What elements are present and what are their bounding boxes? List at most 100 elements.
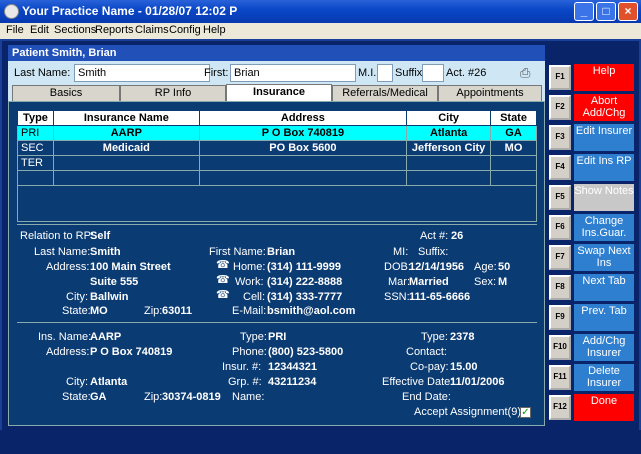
tab-rp-info[interactable]: RP Info bbox=[120, 85, 226, 101]
fkey-label[interactable]: Swap Next Ins bbox=[574, 244, 634, 271]
first-name-input[interactable]: Brian bbox=[230, 64, 356, 82]
menu-bar: File Edit Sections Reports Claims Config… bbox=[0, 23, 641, 39]
cell-state: MO bbox=[490, 140, 537, 156]
fkey-label[interactable]: Delete Insurer bbox=[574, 364, 634, 391]
fkey-label[interactable]: Edit Insurer bbox=[574, 124, 634, 151]
insurance-table: Type Insurance Name Address City State P… bbox=[17, 110, 537, 186]
menu-reports[interactable]: Reports bbox=[95, 24, 134, 36]
fkey-label[interactable]: Prev. Tab bbox=[574, 304, 634, 331]
fkey-label[interactable]: Help bbox=[574, 64, 634, 91]
tab-insurance[interactable]: Insurance bbox=[226, 84, 332, 102]
rp-address2: Suite 555 bbox=[90, 276, 139, 288]
tab-appointments[interactable]: Appointments bbox=[438, 85, 542, 101]
ins-name2-label: Name: bbox=[232, 391, 265, 403]
mar-label: Mar: bbox=[388, 276, 410, 288]
fkey-f3-button[interactable]: F3 Edit Insurer bbox=[547, 123, 635, 152]
fkey-f1-button[interactable]: F1 Help bbox=[547, 63, 635, 92]
relation-value: Self bbox=[90, 230, 111, 242]
mar-value: Married bbox=[409, 276, 449, 288]
fkey-f11-button[interactable]: F11 Delete Insurer bbox=[547, 363, 635, 392]
ins-address-label: Address: bbox=[46, 346, 90, 358]
fkey-cap[interactable]: F12 bbox=[549, 395, 571, 420]
ins-type2-label: Type: bbox=[421, 331, 448, 343]
fkey-cap[interactable]: F11 bbox=[549, 365, 571, 390]
table-row[interactable]: PRI AARP P O Box 740819 Atlanta GA bbox=[17, 125, 537, 141]
mi-input[interactable] bbox=[377, 64, 393, 82]
relation-label: Relation to RP: bbox=[20, 230, 94, 242]
cell-insurance-name bbox=[52, 155, 200, 171]
table-row[interactable]: SEC Medicaid PO Box 5600 Jefferson City … bbox=[17, 140, 537, 156]
fkey-cap[interactable]: F1 bbox=[549, 65, 571, 90]
accept-assignment-checkbox[interactable]: ✓ bbox=[520, 407, 531, 418]
cell-city: Atlanta bbox=[406, 125, 492, 141]
table-header-row: Type Insurance Name Address City State bbox=[17, 110, 537, 126]
fkey-f8-button[interactable]: F8 Next Tab bbox=[547, 273, 635, 302]
fkey-cap[interactable]: F9 bbox=[549, 305, 571, 330]
email-label: E-Mail: bbox=[232, 305, 267, 317]
grp-value: 43211234 bbox=[268, 376, 317, 388]
fkey-cap[interactable]: F2 bbox=[549, 95, 571, 120]
fkey-label[interactable]: Done bbox=[574, 394, 634, 421]
minimize-button[interactable]: _ bbox=[574, 2, 594, 21]
rp-first-label: First Name: bbox=[209, 246, 266, 258]
menu-config[interactable]: Config bbox=[169, 24, 201, 36]
fkey-f9-button[interactable]: F9 Prev. Tab bbox=[547, 303, 635, 332]
cell-insurance-name: Medicaid bbox=[52, 140, 200, 156]
menu-sections[interactable]: Sections bbox=[54, 24, 96, 36]
tab-basics[interactable]: Basics bbox=[12, 85, 120, 101]
col-address: Address bbox=[198, 110, 408, 126]
first-name-label: First: bbox=[204, 67, 229, 79]
maximize-button[interactable]: □ bbox=[596, 2, 616, 21]
home-value: (314) 111-9999 bbox=[267, 261, 342, 273]
fkey-label[interactable]: Add/Chg Insurer bbox=[574, 334, 634, 361]
ins-name-value: AARP bbox=[90, 331, 122, 343]
ins-type2-value: 2378 bbox=[450, 331, 475, 343]
insur-label: Insur. #: bbox=[222, 361, 262, 373]
menu-edit[interactable]: Edit bbox=[30, 24, 49, 36]
suffix-label: Suffix bbox=[395, 67, 423, 79]
fkey-f6-button[interactable]: F6 Change Ins.Guar. bbox=[547, 213, 635, 242]
home-label: Home: bbox=[233, 261, 266, 273]
menu-claims[interactable]: Claims bbox=[135, 24, 169, 36]
tab-referrals-medical[interactable]: Referrals/Medical bbox=[332, 85, 438, 101]
insur-value: 12344321 bbox=[268, 361, 317, 373]
cell-state bbox=[490, 155, 537, 171]
fkey-f4-button[interactable]: F4 Edit Ins RP bbox=[547, 153, 635, 182]
fkey-f7-button[interactable]: F7 Swap Next Ins bbox=[547, 243, 635, 272]
cell-type: TER bbox=[17, 155, 54, 171]
fkey-label[interactable]: Abort Add/Chg bbox=[574, 94, 634, 121]
table-row[interactable] bbox=[17, 170, 537, 186]
fkey-f2-button[interactable]: F2 Abort Add/Chg bbox=[547, 93, 635, 122]
close-button[interactable]: × bbox=[618, 2, 638, 21]
menu-file[interactable]: File bbox=[6, 24, 24, 36]
cell-insurance-name: AARP bbox=[52, 125, 200, 141]
fkey-cap[interactable]: F4 bbox=[549, 155, 571, 180]
dob-label: DOB: bbox=[384, 261, 411, 273]
fkey-label[interactable]: Next Tab bbox=[574, 274, 634, 301]
fkey-label[interactable]: Edit Ins RP bbox=[574, 154, 634, 181]
grp-label: Grp. #: bbox=[228, 376, 262, 388]
fkey-cap[interactable]: F5 bbox=[549, 185, 571, 210]
fkey-cap[interactable]: F8 bbox=[549, 275, 571, 300]
effective-date-label: Effective Date: bbox=[382, 376, 454, 388]
fkey-f10-button[interactable]: F10 Add/Chg Insurer bbox=[547, 333, 635, 362]
home-phone-icon: ☎ bbox=[216, 259, 230, 271]
fkey-cap[interactable]: F6 bbox=[549, 215, 571, 240]
fkey-cap[interactable]: F7 bbox=[549, 245, 571, 270]
contact-label: Contact: bbox=[406, 346, 447, 358]
printer-icon[interactable]: ⎙ bbox=[520, 65, 530, 81]
fkey-f12-button[interactable]: F12 Done bbox=[547, 393, 635, 422]
menu-help[interactable]: Help bbox=[203, 24, 226, 36]
fkey-label[interactable]: Change Ins.Guar. bbox=[574, 214, 634, 241]
fkey-f5-button[interactable]: F5 Show Notes bbox=[547, 183, 635, 212]
effective-date-value: 11/01/2006 bbox=[450, 376, 505, 388]
fkey-label[interactable]: Show Notes bbox=[574, 184, 634, 211]
ssn-label: SSN: bbox=[384, 291, 410, 303]
suffix-input[interactable] bbox=[422, 64, 444, 82]
work-phone-icon: ☎ bbox=[216, 274, 230, 286]
table-row[interactable]: TER bbox=[17, 155, 537, 171]
divider bbox=[17, 322, 537, 323]
fkey-cap[interactable]: F10 bbox=[549, 335, 571, 360]
fkey-cap[interactable]: F3 bbox=[549, 125, 571, 150]
last-name-input[interactable]: Smith bbox=[74, 64, 210, 82]
